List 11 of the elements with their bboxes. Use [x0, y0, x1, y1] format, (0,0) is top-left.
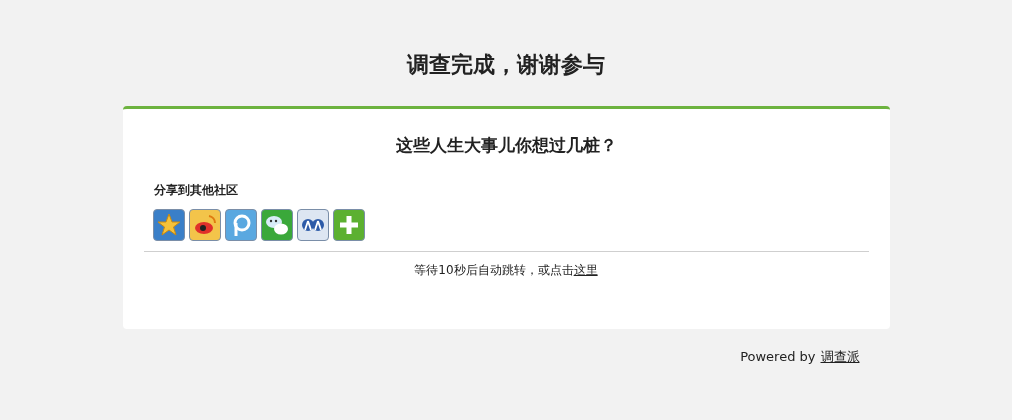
plus-icon[interactable] — [332, 208, 365, 241]
redirect-message: 等待10秒后自动跳转，或点击这里 — [413, 261, 599, 279]
page-title: 调查完成，谢谢参与 — [407, 50, 605, 79]
figures-icon[interactable] — [296, 208, 329, 241]
powered-by-text: Powered by — [740, 348, 816, 366]
survey-heading: 这些人生大事儿你想过几桩？ — [394, 134, 618, 157]
share-label: 分享到其他社区 — [153, 181, 239, 199]
eye-swirl-icon[interactable] — [188, 208, 221, 241]
chat-bubbles-icon[interactable] — [260, 208, 293, 241]
survey-site-link[interactable]: 调查派 — [820, 347, 860, 367]
click-here-link[interactable]: 这里 — [573, 262, 598, 277]
